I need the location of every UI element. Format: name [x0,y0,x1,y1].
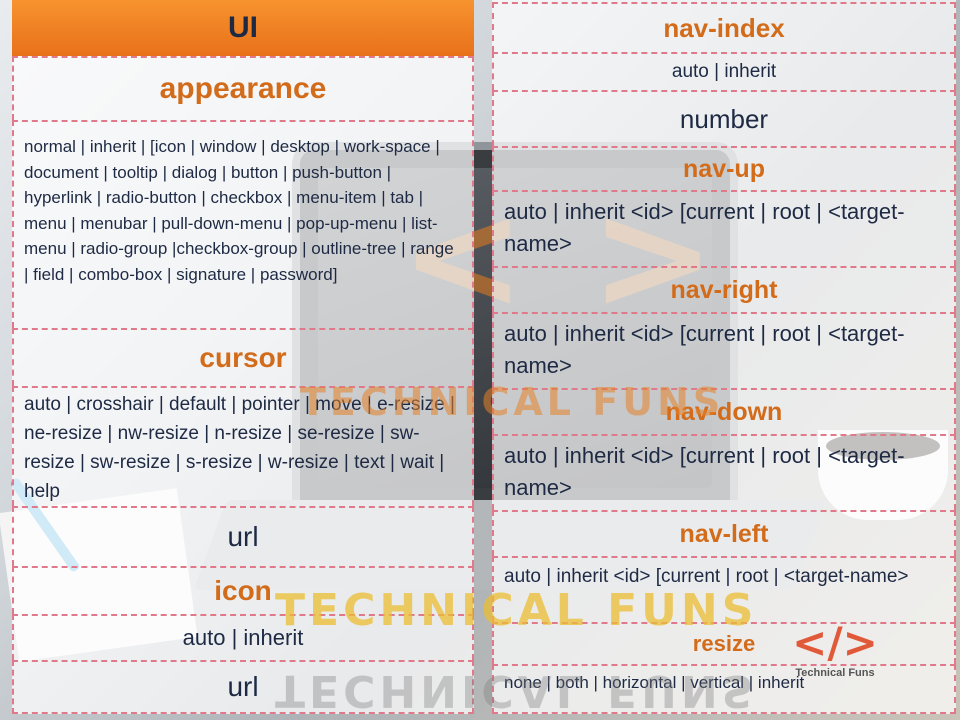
appearance-title: appearance [12,56,474,120]
cursor-title: cursor [12,328,474,386]
nav-left-title: nav-left [492,510,956,556]
nav-up-values: auto | inherit <id> [current | root | <t… [492,190,956,266]
appearance-values: normal | inherit | [icon | window | desk… [12,120,474,328]
nav-down-values: auto | inherit <id> [current | root | <t… [492,434,956,510]
ui-header: UI [12,0,474,56]
nav-index-values: auto | inherit [492,52,956,90]
watermark-text: TECHNICAL FUNS [300,380,725,424]
watermark-text-lower: TECHNICAL FUNS [275,585,758,636]
nav-up-title: nav-up [492,146,956,190]
nav-right-title: nav-right [492,266,956,312]
brand-code-icon: </> [792,618,878,667]
nav-right-values: auto | inherit <id> [current | root | <t… [492,312,956,388]
nav-index-title: nav-index [492,2,956,52]
brand-logo: </> Technical Funs [790,618,880,679]
nav-index-number: number [492,90,956,146]
cursor-url: url [12,506,474,566]
brand-name: Technical Funs [795,667,875,679]
watermark-reflection: TECHNICAL FUNS [275,665,758,716]
